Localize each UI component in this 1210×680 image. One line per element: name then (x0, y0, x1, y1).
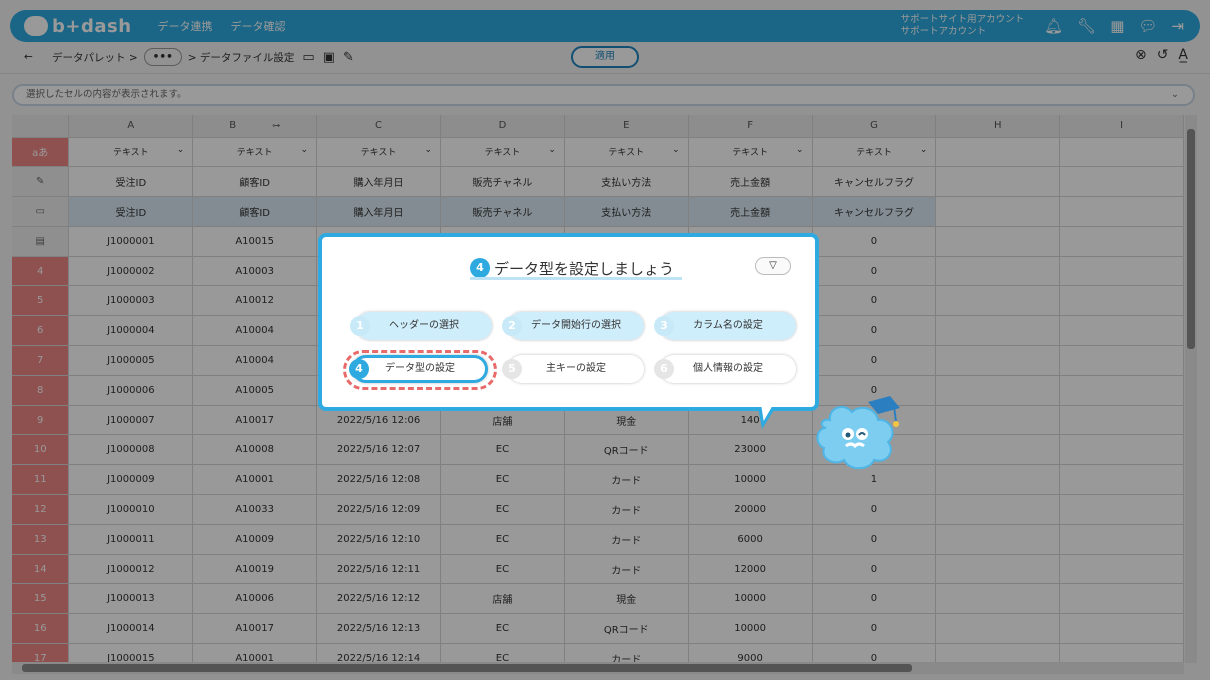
step-number: 6 (654, 359, 674, 379)
step-personal-info[interactable]: 6 個人情報の設定 (654, 355, 796, 383)
beginner-mark-icon[interactable]: ▽ (755, 257, 791, 275)
step-number: 5 (502, 359, 522, 379)
dialog-title-text: データ型を設定しましょう (494, 259, 675, 278)
step-number: 1 (350, 316, 370, 336)
step-primary-key[interactable]: 5 主キーの設定 (502, 355, 644, 383)
dialog-step-number: 4 (470, 258, 490, 278)
step-number: 3 (654, 316, 674, 336)
step-label: カラム名の設定 (693, 320, 763, 331)
mascot-icon (816, 396, 900, 470)
title-underline (470, 277, 682, 280)
step-label: データ型の設定 (385, 363, 455, 374)
tutorial-dialog: 4 データ型を設定しましょう ▽ 1 ヘッダーの選択 2 データ開始行の選択 3… (318, 233, 819, 411)
step-label: ヘッダーの選択 (389, 320, 459, 331)
step-number: 2 (502, 316, 522, 336)
step-number: 4 (349, 359, 369, 379)
step-data-type[interactable]: 4 データ型の設定 (349, 355, 488, 383)
step-label: データ開始行の選択 (531, 320, 621, 331)
step-header-select[interactable]: 1 ヘッダーの選択 (350, 312, 492, 340)
step-label: 主キーの設定 (546, 363, 606, 374)
step-column-name[interactable]: 3 カラム名の設定 (654, 312, 796, 340)
step-label: 個人情報の設定 (693, 363, 763, 374)
step-data-start-row[interactable]: 2 データ開始行の選択 (502, 312, 644, 340)
